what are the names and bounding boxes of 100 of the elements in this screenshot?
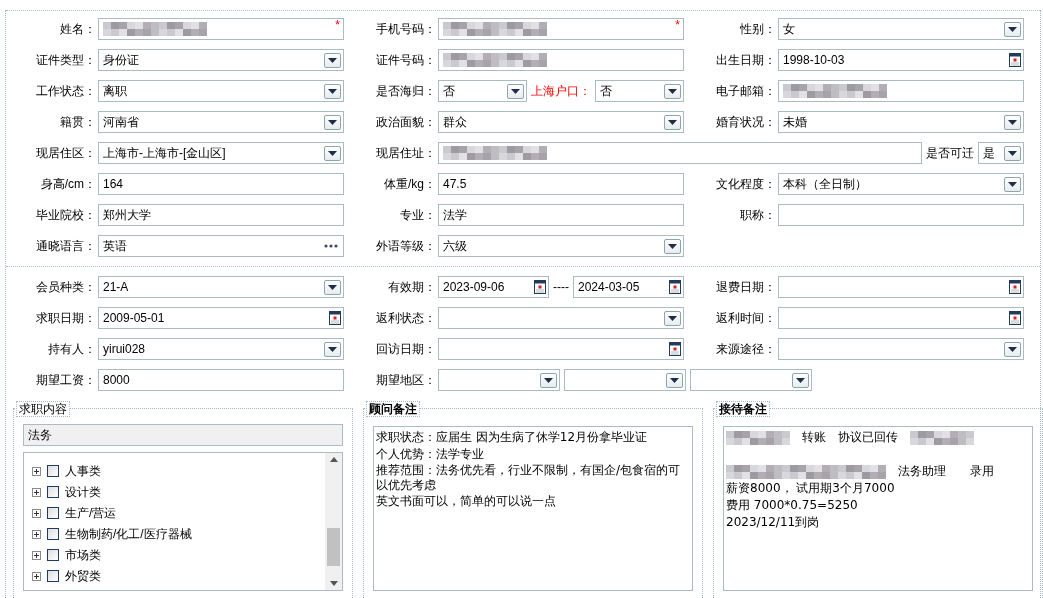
dropdown-button[interactable] (664, 238, 681, 254)
category-label[interactable]: 人事类 (65, 462, 101, 480)
dropdown-button[interactable] (664, 83, 681, 99)
category-label[interactable]: 市场类 (65, 546, 101, 564)
field-label: 婚育状况： (715, 114, 777, 131)
text-field[interactable]: * (98, 18, 344, 40)
scroll-up-icon[interactable] (329, 457, 338, 462)
expand-icon[interactable] (32, 487, 41, 497)
expand-icon[interactable] (32, 508, 41, 518)
calendar-icon[interactable] (329, 311, 341, 325)
dropdown-button[interactable] (792, 372, 809, 388)
picker-field[interactable]: 英语 (98, 235, 344, 257)
text-field[interactable]: 47.5 (438, 173, 684, 195)
select-field[interactable]: 离职 (98, 80, 344, 102)
field-label: 毕业院校： (35, 207, 97, 224)
select-field[interactable]: yirui028 (98, 338, 344, 360)
select-field[interactable] (438, 307, 684, 329)
category-label[interactable]: 生产/营运 (65, 504, 117, 522)
checkbox[interactable] (47, 465, 59, 477)
select-field[interactable]: 身份证 (98, 49, 344, 71)
field-label: 会员种类： (35, 279, 97, 296)
scroll-thumb[interactable] (327, 527, 340, 566)
caret-icon (1008, 26, 1017, 32)
dropdown-button[interactable] (666, 372, 683, 388)
caret-icon (1008, 346, 1017, 352)
select-field[interactable]: 六级 (438, 235, 684, 257)
calendar-icon[interactable] (1009, 53, 1021, 67)
dropdown-button[interactable] (324, 83, 341, 99)
text-field[interactable]: 郑州大学 (98, 204, 344, 226)
notes-textarea[interactable]: 转账 协议已回传 法务助理 录用 薪资8000， 试用期3个月7000 费用 7000*0.75=5250 2023/12/11到岗 (723, 426, 1033, 591)
select-field[interactable] (438, 369, 560, 391)
date-field[interactable]: 1998-10-03 (778, 49, 1024, 71)
dropdown-button[interactable] (1004, 145, 1021, 161)
select-field[interactable]: 本科（全日制） (778, 173, 1024, 195)
dropdown-button[interactable] (324, 145, 341, 161)
text-field[interactable] (778, 204, 1024, 226)
dropdown-button[interactable] (507, 83, 524, 99)
calendar-icon[interactable] (669, 280, 681, 294)
date-field[interactable] (778, 307, 1024, 329)
note-text: 推荐范围：法务优先看，行业不限制，有国企/包食宿的可以优先考虑 (376, 463, 682, 493)
text-field[interactable]: 法学 (438, 204, 684, 226)
checkbox[interactable] (47, 507, 59, 519)
text-field[interactable]: 8000 (98, 369, 344, 391)
category-label[interactable]: 外贸类 (65, 567, 101, 585)
text-field[interactable] (438, 142, 922, 164)
select-field[interactable]: 上海市-上海市-[金山区] (98, 142, 344, 164)
notes-textarea[interactable]: 求职状态：应届生 因为生病了休学12月份拿毕业证 个人优势：法学专业 推荐范围：法务优先看，行业不限制，有国企/包食宿的可以优先考虑 英文书面可以，简单的可以说一点 (373, 426, 693, 591)
checkbox[interactable] (47, 528, 59, 540)
ellipsis-icon[interactable] (324, 244, 338, 248)
dropdown-button[interactable] (324, 52, 341, 68)
expand-icon[interactable] (32, 571, 41, 581)
text-field[interactable]: * (438, 18, 684, 40)
dropdown-button[interactable] (1004, 341, 1021, 357)
dropdown-button[interactable] (664, 310, 681, 326)
category-label[interactable]: 生物制药/化工/医疗器械 (65, 525, 192, 543)
caret-icon (1008, 181, 1017, 187)
field-label: 持有人： (47, 341, 97, 358)
checkbox[interactable] (47, 549, 59, 561)
select-field[interactable]: 群众 (438, 111, 684, 133)
calendar-icon[interactable] (1009, 280, 1021, 294)
date-field[interactable] (438, 338, 684, 360)
checkbox[interactable] (47, 570, 59, 582)
field-label: 身高/cm： (39, 176, 97, 193)
dropdown-button[interactable] (664, 114, 681, 130)
scrollbar[interactable] (325, 453, 342, 590)
select-field[interactable] (778, 338, 1024, 360)
text-field[interactable] (438, 49, 684, 71)
expand-icon[interactable] (32, 529, 41, 539)
calendar-icon[interactable] (534, 280, 546, 294)
calendar-icon[interactable] (669, 342, 681, 356)
text-field[interactable]: 164 (98, 173, 344, 195)
dropdown-button[interactable] (324, 279, 341, 295)
expand-icon[interactable] (32, 550, 41, 560)
select-field[interactable]: 女 (778, 18, 1024, 40)
date-field[interactable]: 2023-09-06 (438, 276, 549, 298)
dropdown-button[interactable] (324, 114, 341, 130)
expand-icon[interactable] (32, 466, 41, 476)
search-field[interactable]: 法务 (23, 424, 343, 446)
select-field[interactable]: 未婚 (778, 111, 1024, 133)
select-field[interactable]: 21-A (98, 276, 344, 298)
scroll-down-icon[interactable] (329, 581, 338, 586)
dropdown-button[interactable] (1004, 114, 1021, 130)
date-field[interactable]: 2024-03-05 (573, 276, 684, 298)
select-field[interactable]: 否 (438, 80, 527, 102)
dropdown-button[interactable] (324, 341, 341, 357)
category-label[interactable]: 设计类 (65, 483, 101, 501)
calendar-icon[interactable] (1009, 311, 1021, 325)
select-field[interactable]: 河南省 (98, 111, 344, 133)
select-field[interactable] (564, 369, 686, 391)
note-text: 薪资8000， 试用期3个月7000 (726, 481, 895, 496)
date-field[interactable]: 2009-05-01 (98, 307, 344, 329)
select-field[interactable]: 是 (978, 142, 1024, 164)
dropdown-button[interactable] (540, 372, 557, 388)
select-field[interactable]: 否 (595, 80, 684, 102)
dropdown-button[interactable] (1004, 176, 1021, 192)
checkbox[interactable] (47, 486, 59, 498)
dropdown-button[interactable] (1004, 21, 1021, 37)
text-field[interactable] (778, 80, 1024, 102)
select-field[interactable] (690, 369, 812, 391)
date-field[interactable] (778, 276, 1024, 298)
